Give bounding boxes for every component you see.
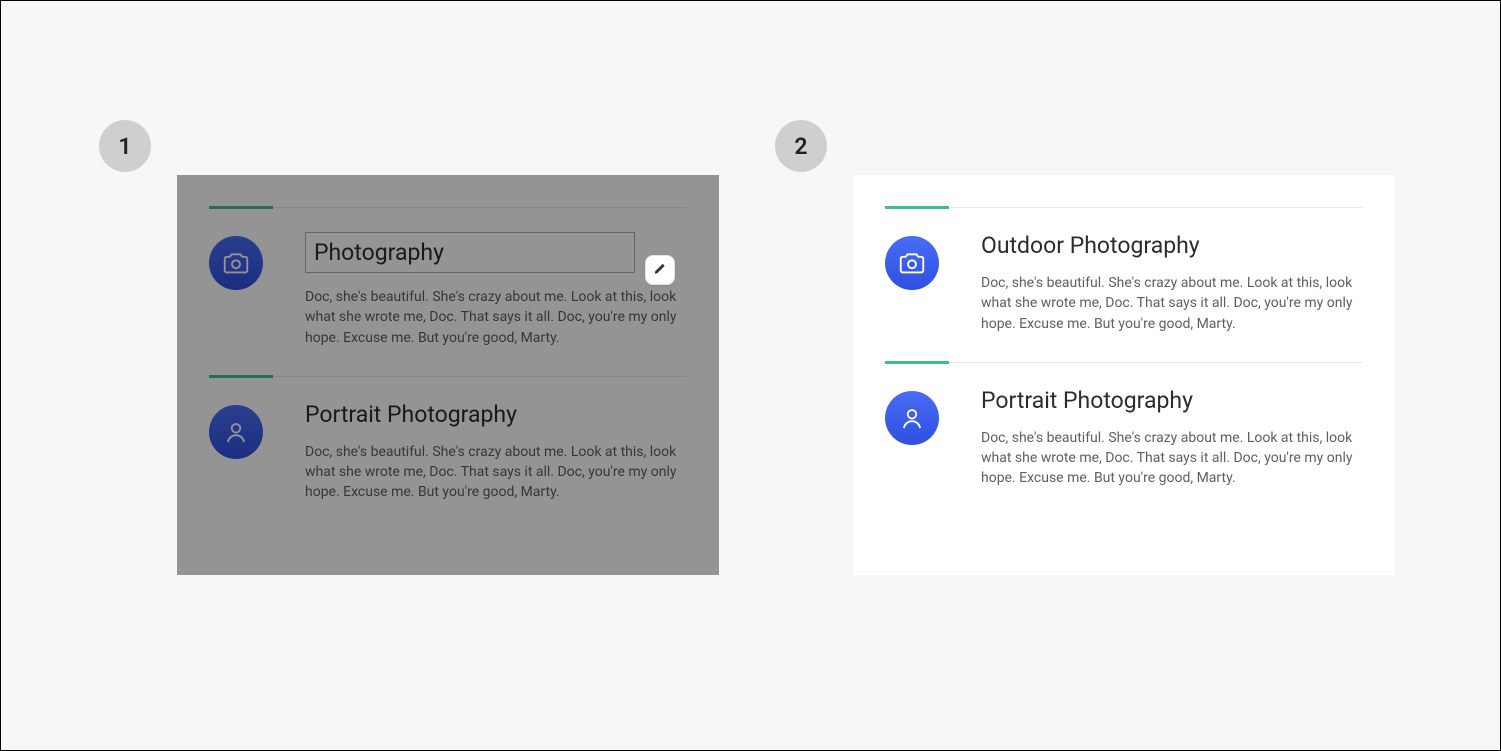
step-badge-2: 2 [775, 120, 827, 172]
pencil-icon [654, 263, 666, 278]
card-result: Outdoor Photography Doc, she's beautiful… [853, 175, 1395, 575]
section-outdoor: Outdoor Photography Doc, she's beautiful… [885, 207, 1363, 334]
section-title: Portrait Photography [981, 387, 1363, 414]
section-title: Outdoor Photography [981, 232, 1363, 259]
step-badge-1-label: 1 [118, 133, 131, 160]
section-portrait: Portrait Photography Doc, she's beautifu… [885, 362, 1363, 489]
section-description: Doc, she's beautiful. She's crazy about … [981, 428, 1363, 489]
section-description: Doc, she's beautiful. She's crazy about … [305, 442, 687, 503]
section-rule [885, 362, 1363, 363]
camera-icon [885, 236, 939, 290]
person-icon [885, 391, 939, 445]
step-badge-2-label: 2 [794, 133, 807, 160]
card-editing: Doc, she's beautiful. She's crazy about … [177, 175, 719, 575]
section-rule [885, 207, 1363, 208]
edit-button[interactable] [645, 255, 675, 285]
person-icon [209, 405, 263, 459]
section-rule [209, 207, 687, 208]
section-rule [209, 376, 687, 377]
section-description: Doc, she's beautiful. She's crazy about … [305, 287, 687, 348]
section-title-input[interactable] [305, 232, 635, 273]
section-photography: Doc, she's beautiful. She's crazy about … [209, 207, 687, 348]
section-portrait: Portrait Photography Doc, she's beautifu… [209, 376, 687, 503]
step-badge-1: 1 [99, 120, 151, 172]
section-description: Doc, she's beautiful. She's crazy about … [981, 273, 1363, 334]
section-title: Portrait Photography [305, 401, 687, 428]
camera-icon [209, 236, 263, 290]
